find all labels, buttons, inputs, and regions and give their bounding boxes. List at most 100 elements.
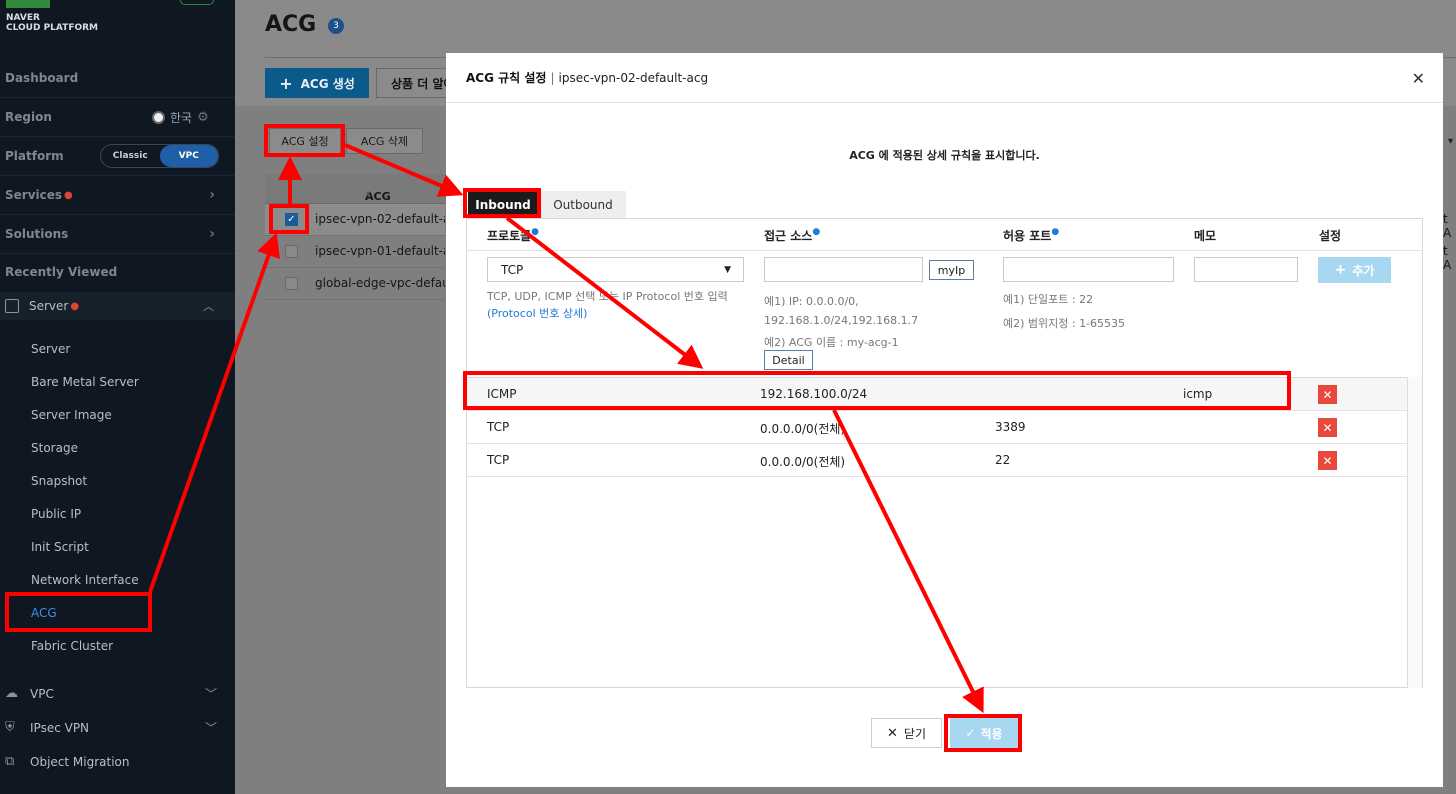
required-dot-icon: ● — [1051, 227, 1060, 237]
chevron-down-icon: ﹀ — [205, 721, 218, 735]
sort-icon: ⬍ — [365, 190, 372, 199]
chevron-right-icon: › — [209, 187, 215, 203]
row-checkbox[interactable] — [285, 245, 298, 258]
nav-services-label: Services — [5, 188, 63, 202]
protocol-hint: TCP, UDP, ICMP 선택 또는 IP Protocol 번호 입력 (… — [487, 288, 728, 322]
row-checkbox[interactable] — [285, 277, 298, 290]
nav-object-migration[interactable]: ⧉ Object Migration — [5, 754, 129, 769]
header-port: 허용 포트● — [1003, 227, 1059, 244]
create-acg-label: ACG 생성 — [300, 76, 355, 91]
port-hint-1: 예1) 단일포트 : 22 — [1003, 293, 1094, 306]
close-icon[interactable]: ✕ — [1412, 69, 1425, 88]
row-acg-name: global-edge-vpc-default-acg — [315, 276, 445, 290]
nav-solutions-label: Solutions — [5, 227, 69, 241]
table-row[interactable]: global-edge-vpc-default-acg — [265, 268, 445, 300]
required-dot-icon: ● — [812, 227, 821, 237]
gear-icon[interactable]: ⚙ — [197, 110, 209, 125]
highlight-icmp-rule — [463, 371, 1291, 410]
port-hint: 예1) 단일포트 : 22 예2) 범위지정 : 1-65535 — [1003, 288, 1125, 336]
sidebar-item-bare-metal[interactable]: Bare Metal Server — [31, 375, 139, 389]
rule-row: TCP 0.0.0.0/0(전체) 22 ✕ — [467, 444, 1407, 477]
row-acg-name: ipsec-vpn-02-default-acg — [315, 212, 445, 226]
sidebar-item-fabric-cluster[interactable]: Fabric Cluster — [31, 639, 113, 653]
sidebar-item-storage[interactable]: Storage — [31, 441, 78, 455]
edge-text: t A — [1443, 212, 1452, 240]
sidebar-item-init-script[interactable]: Init Script — [31, 540, 89, 554]
migration-icon: ⧉ — [5, 754, 15, 769]
delete-rule-button[interactable]: ✕ — [1318, 418, 1337, 437]
myip-button[interactable]: myIp — [929, 260, 974, 280]
sidebar-item-public-ip[interactable]: Public IP — [31, 507, 81, 521]
protocol-select-value: TCP — [501, 262, 524, 277]
highlight-acg-menu — [5, 592, 152, 632]
plus-icon: + — [279, 73, 293, 93]
logo-pill — [180, 0, 214, 5]
logo-line1: NAVER — [6, 13, 40, 23]
nav-ipsec-vpn[interactable]: ⛨ IPsec VPN ﹀ — [5, 720, 217, 735]
nav-vpc[interactable]: ☁ VPC ﹀ — [5, 686, 217, 701]
nav-dashboard[interactable]: Dashboard — [0, 59, 235, 98]
chevron-up-icon: ︿ — [203, 300, 214, 313]
close-button[interactable]: ✕ 닫기 — [871, 718, 942, 748]
header-source: 접근 소스● — [764, 227, 820, 244]
platform-vpc[interactable]: VPC — [159, 145, 218, 167]
chevron-right-icon: › — [209, 226, 215, 242]
chevron-down-icon: ▾ — [1448, 136, 1454, 147]
tab-outbound[interactable]: Outbound — [540, 191, 626, 218]
row-acg-name: ipsec-vpn-01-default-acg — [315, 244, 445, 258]
platform-classic[interactable]: Classic — [101, 145, 160, 167]
rule-protocol: TCP — [487, 420, 510, 434]
rule-port: 22 — [995, 453, 1011, 467]
vpn-icon: ⛨ — [5, 720, 15, 735]
protocol-detail-link[interactable]: (Protocol 번호 상세) — [487, 307, 587, 320]
chevron-down-icon: ﹀ — [205, 687, 218, 701]
highlight-apply-button — [944, 714, 1022, 752]
nav-server-group[interactable]: Server ● ︿ — [0, 292, 235, 320]
header-protocol-label: 프로토콜 — [487, 229, 532, 243]
rule-protocol: TCP — [487, 453, 510, 467]
detail-button[interactable]: Detail — [764, 350, 813, 370]
platform-toggle[interactable]: Classic VPC — [100, 144, 219, 168]
page-title: ACG — [265, 12, 317, 37]
nav-recently-label: Recently Viewed — [5, 265, 118, 279]
rules-scrollbar[interactable] — [1407, 377, 1422, 688]
nav-recently-viewed[interactable]: Recently Viewed — [0, 254, 235, 290]
required-dot-icon: ● — [531, 227, 540, 237]
sidebar-item-server[interactable]: Server — [31, 342, 70, 356]
protocol-select[interactable]: TCP ▼ — [487, 257, 744, 282]
rule-editor: 프로토콜● 접근 소스● 허용 포트● 메모 설정 TCP ▼ myIp + 추… — [466, 218, 1423, 688]
korea-flag-icon — [152, 110, 165, 124]
new-dot-icon: ● — [64, 189, 73, 201]
sidebar-item-snapshot[interactable]: Snapshot — [31, 474, 87, 488]
rule-row: TCP 0.0.0.0/0(전체) 3389 ✕ — [467, 411, 1407, 444]
nav-solutions[interactable]: Solutions › — [0, 215, 235, 254]
source-hint: 예1) IP: 0.0.0.0/0, 192.168.1.0/24,192.16… — [764, 292, 918, 352]
acg-delete-button[interactable]: ACG 삭제 — [346, 128, 423, 154]
memo-input[interactable] — [1194, 257, 1298, 282]
source-input[interactable] — [764, 257, 923, 282]
logo-mark — [6, 0, 50, 8]
source-hint-1: 예1) IP: 0.0.0.0/0, — [764, 295, 859, 308]
delete-rule-button[interactable]: ✕ — [1318, 385, 1337, 404]
header-settings: 설정 — [1319, 229, 1342, 243]
close-icon: ✕ — [887, 725, 898, 741]
sidebar-item-server-image[interactable]: Server Image — [31, 408, 112, 422]
caret-down-icon: ▼ — [724, 264, 731, 275]
nav-services[interactable]: Services ● › — [0, 176, 235, 215]
more-info-button[interactable]: 상품 더 알아 — [376, 68, 454, 98]
port-input[interactable] — [1003, 257, 1174, 282]
nav-ipsec-label: IPsec VPN — [30, 720, 90, 735]
sidebar-item-network-interface[interactable]: Network Interface — [31, 573, 139, 587]
region-selector[interactable]: 한국 ⚙ — [152, 109, 209, 126]
port-hint-2: 예2) 범위지정 : 1-65535 — [1003, 317, 1126, 330]
naver-cloud-logo[interactable]: NAVER CLOUD PLATFORM — [6, 0, 98, 33]
count-badge: 3 — [328, 18, 344, 34]
sidebar: NAVER CLOUD PLATFORM Dashboard Region 한국… — [0, 0, 235, 794]
add-rule-label: 추가 — [1352, 263, 1375, 278]
add-rule-button[interactable]: + 추가 — [1318, 257, 1391, 283]
create-acg-button[interactable]: + ACG 생성 — [265, 68, 369, 98]
nav-region[interactable]: Region 한국 ⚙ — [0, 98, 235, 137]
table-row[interactable]: ipsec-vpn-01-default-acg — [265, 236, 445, 268]
header-port-label: 허용 포트 — [1003, 229, 1052, 243]
delete-rule-button[interactable]: ✕ — [1318, 451, 1337, 470]
